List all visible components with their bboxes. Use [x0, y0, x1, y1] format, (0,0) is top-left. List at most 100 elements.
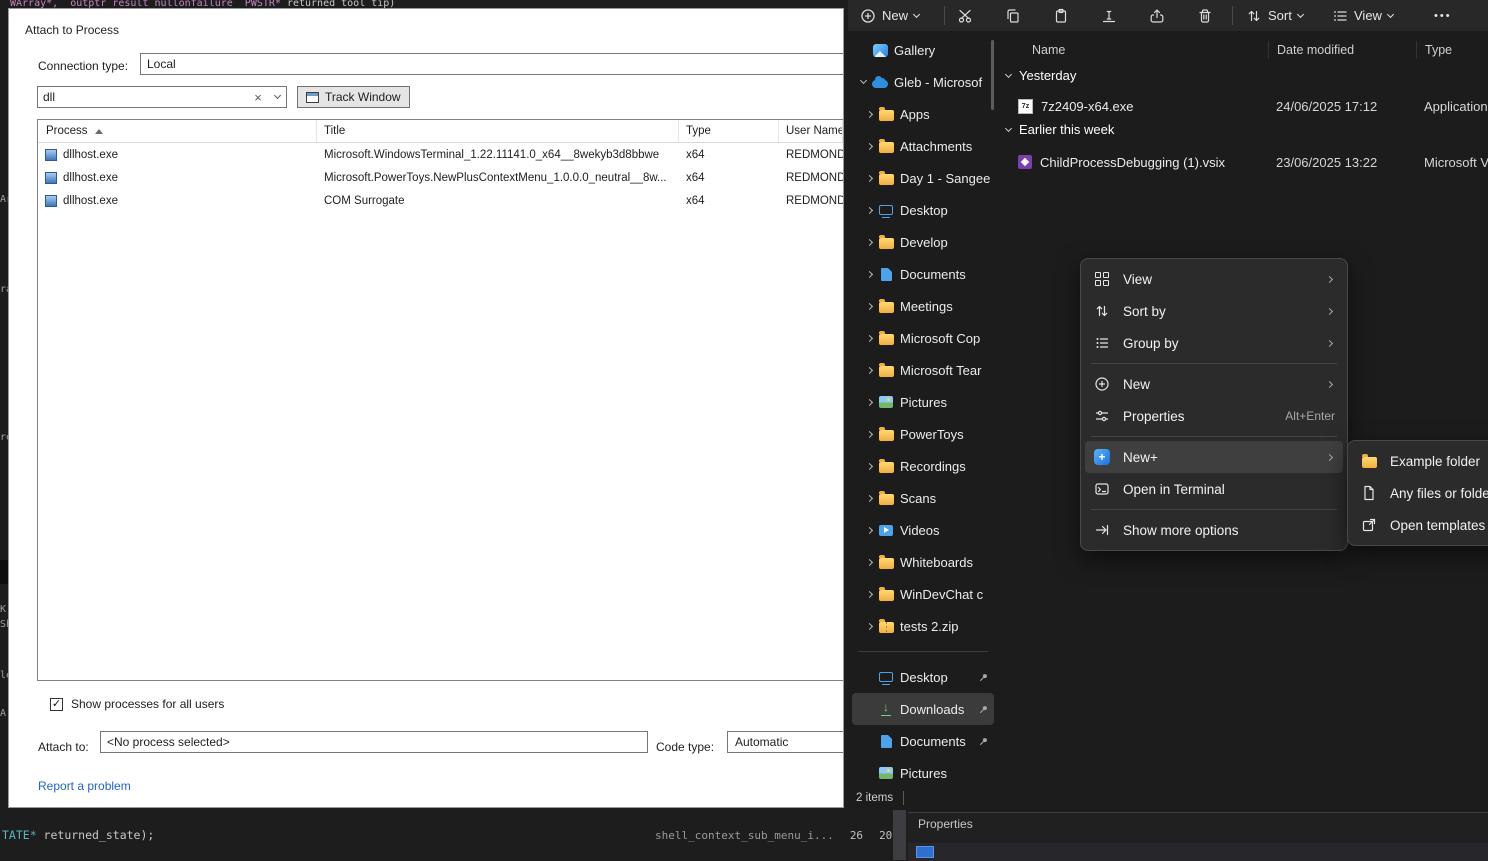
group-by-icon	[1093, 335, 1111, 351]
share-button[interactable]	[1142, 3, 1172, 28]
process-filter-input[interactable]: dll	[37, 86, 287, 108]
new-button[interactable]: New	[854, 3, 925, 28]
properties-panel: Properties	[908, 812, 1488, 860]
sidebar-item-develop[interactable]: Develop	[852, 226, 994, 258]
sidebar-item-label: Meetings	[900, 299, 990, 314]
column-header-name[interactable]: Name	[1000, 43, 1268, 57]
sidebar-item-scans[interactable]: Scans	[852, 482, 994, 514]
sidebar-item-documents[interactable]: Documents	[852, 258, 994, 290]
sort-button[interactable]: Sort	[1240, 3, 1309, 28]
menu-item-group-by[interactable]: Group by	[1085, 327, 1343, 359]
menu-item-open-in-terminal[interactable]: Open in Terminal	[1085, 473, 1343, 505]
table-row[interactable]: dllhost.exe COM Surrogate x64 REDMOND	[38, 189, 843, 212]
chevron-right-icon[interactable]	[862, 560, 876, 565]
sidebar-item-apps[interactable]: Apps	[852, 98, 994, 130]
column-header-type[interactable]: Type	[1416, 41, 1488, 59]
show-all-users-checkbox[interactable]	[50, 698, 63, 711]
group-header-yesterday[interactable]: Yesterday	[1006, 68, 1076, 83]
sidebar-item-onedrive[interactable]: Gleb - Microsof	[852, 66, 994, 98]
delete-button[interactable]	[1190, 3, 1220, 28]
properties-panel-icon	[916, 846, 934, 858]
file-row[interactable]: 7z2409-x64.exe 24/06/2025 17:12 Applicat…	[1000, 92, 1488, 120]
menu-item-view[interactable]: View	[1085, 263, 1343, 295]
menu-item-newplus[interactable]: New+	[1085, 441, 1343, 473]
properties-panel-title: Properties	[918, 817, 973, 831]
file-type: Microsoft Vi	[1416, 155, 1488, 170]
column-header-type[interactable]: Type	[679, 120, 779, 142]
column-header-process[interactable]: Process	[38, 120, 317, 142]
sidebar-item-label: WinDevChat c	[900, 587, 990, 602]
table-row[interactable]: dllhost.exe Microsoft.PowerToys.NewPlusC…	[38, 166, 843, 189]
chevron-right-icon[interactable]	[862, 336, 876, 341]
sidebar-item-pinned-desktop[interactable]: Desktop	[852, 661, 994, 693]
folder-icon	[879, 558, 894, 569]
sidebar-item-whiteboards[interactable]: Whiteboards	[852, 546, 994, 578]
paste-button[interactable]	[1046, 3, 1076, 28]
sidebar-item-desktop[interactable]: Desktop	[852, 194, 994, 226]
chevron-right-icon[interactable]	[862, 400, 876, 405]
chevron-right-icon[interactable]	[862, 528, 876, 533]
code-type-combobox[interactable]: Automatic	[727, 731, 844, 753]
sidebar-item-windevchat[interactable]: WinDevChat c	[852, 578, 994, 610]
submenu-item-example-folder[interactable]: Example folder	[1352, 445, 1488, 477]
menu-item-sort-by[interactable]: Sort by	[1085, 295, 1343, 327]
sidebar-item-pinned-pictures[interactable]: Pictures	[852, 757, 994, 789]
chevron-right-icon[interactable]	[862, 624, 876, 629]
chevron-right-icon[interactable]	[862, 432, 876, 437]
chevron-right-icon	[1323, 455, 1335, 460]
sidebar-item-videos[interactable]: Videos	[852, 514, 994, 546]
folder-icon	[879, 430, 894, 441]
chevron-right-icon[interactable]	[862, 496, 876, 501]
view-button[interactable]: View	[1326, 3, 1399, 28]
sort-icon	[1246, 8, 1262, 24]
chevron-right-icon[interactable]	[862, 272, 876, 277]
clear-filter-icon[interactable]	[248, 90, 268, 105]
menu-item-label: Any files or folde	[1390, 486, 1488, 501]
sidebar-scrollbar[interactable]	[991, 40, 994, 110]
chevron-right-icon[interactable]	[862, 208, 876, 213]
chevron-right-icon[interactable]	[862, 368, 876, 373]
connection-type-combobox[interactable]: Local	[140, 53, 844, 75]
chevron-down-icon[interactable]	[856, 81, 870, 83]
editor-scrollbar[interactable]	[893, 810, 906, 860]
sidebar-item-gallery[interactable]: Gallery	[852, 34, 994, 66]
sidebar-item-day1[interactable]: Day 1 - Sangee	[852, 162, 994, 194]
chevron-right-icon[interactable]	[862, 176, 876, 181]
chevron-right-icon[interactable]	[862, 112, 876, 117]
sidebar-item-pinned-documents[interactable]: Documents	[852, 725, 994, 757]
file-row[interactable]: ChildProcessDebugging (1).vsix 23/06/202…	[1000, 148, 1488, 176]
cut-button[interactable]	[950, 3, 980, 28]
sidebar-item-microsoft-teams[interactable]: Microsoft Tear	[852, 354, 994, 386]
chevron-right-icon[interactable]	[862, 144, 876, 149]
view-icon	[1332, 8, 1348, 24]
sidebar-item-recordings[interactable]: Recordings	[852, 450, 994, 482]
chevron-right-icon[interactable]	[862, 304, 876, 309]
menu-item-properties[interactable]: Properties Alt+Enter	[1085, 400, 1343, 432]
sidebar-item-meetings[interactable]: Meetings	[852, 290, 994, 322]
track-window-button[interactable]: Track Window	[297, 86, 410, 108]
column-header-date-modified[interactable]: Date modified	[1268, 41, 1416, 59]
chevron-right-icon[interactable]	[862, 240, 876, 245]
group-header-earlier-this-week[interactable]: Earlier this week	[1006, 122, 1114, 137]
submenu-item-any-files[interactable]: Any files or folde	[1352, 477, 1488, 509]
chevron-right-icon[interactable]	[862, 464, 876, 469]
menu-item-new[interactable]: New	[1085, 368, 1343, 400]
see-more-button[interactable]: •••	[1428, 3, 1458, 28]
attach-to-field[interactable]: <No process selected>	[100, 731, 648, 753]
sidebar-item-pinned-downloads[interactable]: Downloads	[852, 693, 994, 725]
report-a-problem-link[interactable]: Report a problem	[38, 779, 131, 793]
submenu-item-open-templates[interactable]: Open templates	[1352, 509, 1488, 541]
rename-button[interactable]	[1094, 3, 1124, 28]
sidebar-item-pictures[interactable]: Pictures	[852, 386, 994, 418]
sidebar-item-microsoft-copilot[interactable]: Microsoft Cop	[852, 322, 994, 354]
sidebar-item-powertoys[interactable]: PowerToys	[852, 418, 994, 450]
sidebar-item-tests-zip[interactable]: tests 2.zip	[852, 610, 994, 642]
menu-item-show-more-options[interactable]: Show more options	[1085, 514, 1343, 546]
column-header-user-name[interactable]: User Name	[779, 120, 843, 142]
sidebar-item-attachments[interactable]: Attachments	[852, 130, 994, 162]
column-header-title[interactable]: Title	[317, 120, 679, 142]
copy-button[interactable]	[998, 3, 1028, 28]
chevron-right-icon[interactable]	[862, 592, 876, 597]
table-row[interactable]: dllhost.exe Microsoft.WindowsTerminal_1.…	[38, 143, 843, 166]
filter-dropdown-button[interactable]	[268, 96, 286, 98]
